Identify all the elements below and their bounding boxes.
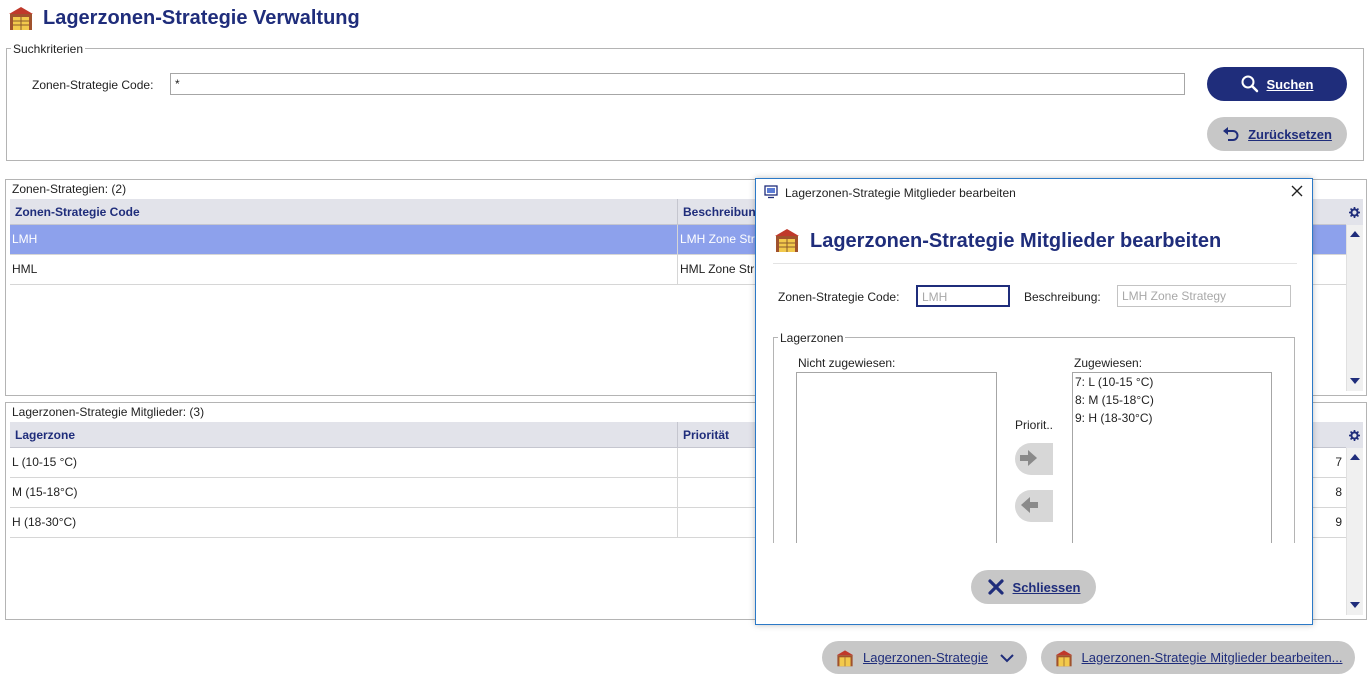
window-icon: [764, 185, 778, 202]
edit-members-dialog: Lagerzonen-Strategie Mitglieder bearbeit…: [755, 178, 1313, 625]
cell-zone: L (10-15 °C): [10, 448, 678, 477]
search-criteria-legend: Suchkriterien: [11, 42, 86, 56]
strategies-settings-gear-icon[interactable]: [1346, 199, 1363, 225]
search-button-label: Suchen: [1266, 76, 1314, 92]
unassigned-list[interactable]: [796, 372, 997, 543]
dialog-code-label: Zonen-Strategie Code:: [778, 290, 900, 304]
scroll-down-icon[interactable]: [1350, 378, 1360, 384]
strategy-code-label: Zonen-Strategie Code:: [32, 78, 154, 92]
edit-members-label: Lagerzonen-Strategie Mitglieder bearbeit…: [1081, 650, 1343, 665]
reset-button-label: Zurücksetzen: [1248, 126, 1332, 142]
close-icon[interactable]: [1290, 184, 1304, 201]
page-title: Lagerzonen-Strategie Verwaltung: [43, 7, 360, 29]
strategies-caption: Zonen-Strategien: (2): [12, 182, 127, 196]
dialog-description-label: Beschreibung:: [1024, 290, 1101, 304]
assign-button[interactable]: [1015, 443, 1053, 475]
members-settings-gear-icon[interactable]: [1346, 422, 1363, 448]
list-item[interactable]: 9: H (18-30°C): [1073, 409, 1271, 427]
search-button[interactable]: Suchen: [1207, 67, 1347, 101]
chevron-down-icon: [1000, 653, 1014, 663]
zones-group-legend: Lagerzonen: [778, 331, 846, 345]
assigned-label: Zugewiesen:: [1074, 356, 1143, 370]
cell-zone: M (15-18°C): [10, 478, 678, 507]
assigned-list[interactable]: 7: L (10-15 °C) 8: M (15-18°C) 9: H (18-…: [1072, 372, 1272, 543]
arrow-left-icon: [1019, 496, 1039, 517]
cell-zone: H (18-30°C): [10, 508, 678, 537]
cell-code: LMH: [10, 225, 678, 254]
warehouse-icon: [7, 5, 35, 31]
dialog-heading: Lagerzonen-Strategie Mitglieder bearbeit…: [810, 230, 1222, 252]
undo-icon: [1222, 125, 1240, 143]
dialog-code-field[interactable]: LMH: [916, 285, 1010, 307]
unassign-button[interactable]: [1015, 490, 1053, 522]
close-button[interactable]: Schliessen: [971, 570, 1096, 604]
scroll-down-icon[interactable]: [1350, 602, 1360, 608]
scroll-up-icon[interactable]: [1350, 454, 1360, 460]
column-header-code[interactable]: Zonen-Strategie Code: [10, 199, 678, 225]
cell-code: HML: [10, 255, 678, 284]
arrow-right-icon: [1019, 449, 1039, 470]
strategy-menu-button[interactable]: Lagerzonen-Strategie: [822, 641, 1027, 674]
strategy-menu-label: Lagerzonen-Strategie: [862, 650, 989, 665]
members-scrollbar[interactable]: [1346, 448, 1363, 615]
dialog-window-title: Lagerzonen-Strategie Mitglieder bearbeit…: [785, 186, 1016, 200]
edit-members-button[interactable]: Lagerzonen-Strategie Mitglieder bearbeit…: [1041, 641, 1355, 674]
column-header-zone[interactable]: Lagerzone: [10, 422, 678, 448]
priority-label: Priorit..: [1015, 418, 1054, 432]
strategy-code-input[interactable]: *: [170, 73, 1185, 95]
search-icon: [1241, 75, 1259, 93]
warehouse-icon: [1054, 649, 1074, 667]
list-item[interactable]: 8: M (15-18°C): [1073, 391, 1271, 409]
reset-button[interactable]: Zurücksetzen: [1207, 117, 1347, 151]
unassigned-label: Nicht zugewiesen:: [798, 356, 896, 370]
close-x-icon: [987, 578, 1005, 596]
heading-divider: [773, 263, 1297, 264]
search-criteria-group: [6, 48, 1364, 161]
warehouse-icon: [773, 227, 801, 256]
list-item[interactable]: 7: L (10-15 °C): [1073, 373, 1271, 391]
strategies-scrollbar[interactable]: [1346, 225, 1363, 391]
members-caption: Lagerzonen-Strategie Mitglieder: (3): [12, 405, 205, 419]
dialog-description-field[interactable]: LMH Zone Strategy: [1117, 285, 1291, 307]
close-button-label: Schliessen: [1012, 579, 1081, 595]
warehouse-icon: [835, 649, 855, 667]
scroll-up-icon[interactable]: [1350, 231, 1360, 237]
